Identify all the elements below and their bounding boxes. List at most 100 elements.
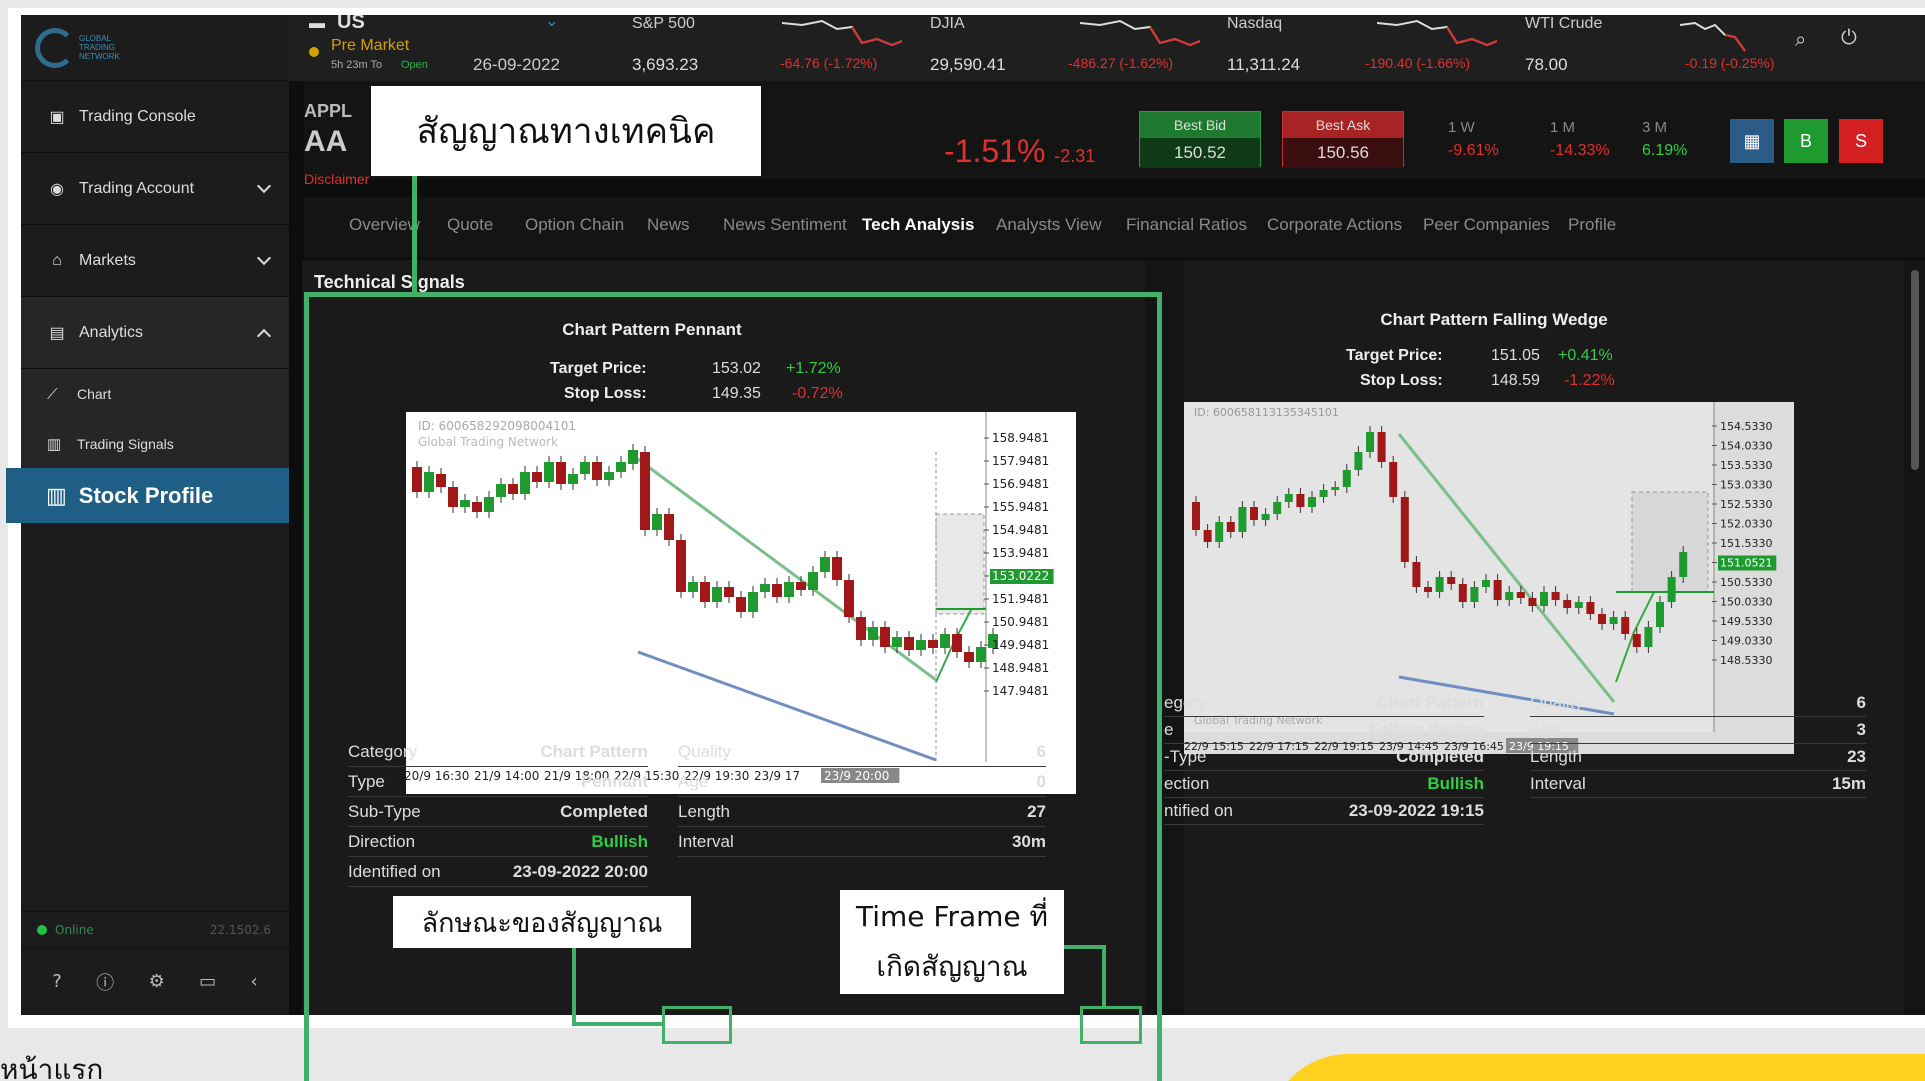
candle: [568, 474, 578, 484]
index-name: S&P 500: [632, 15, 695, 32]
search-icon[interactable]: ⌕: [1795, 29, 1806, 52]
perf-label: 1 M: [1550, 119, 1576, 136]
info-icon[interactable]: ⓘ: [96, 969, 114, 995]
candle: [520, 472, 530, 494]
index-sparkline: [1377, 19, 1497, 47]
candle: [1424, 587, 1432, 592]
candle: [1389, 462, 1398, 497]
y-tick-label: 156.9481: [992, 477, 1049, 491]
direction-highlight: [662, 1006, 732, 1044]
feedback-icon[interactable]: ▭: [199, 971, 216, 992]
tab-analysts-view[interactable]: Analysts View: [996, 215, 1102, 235]
candle: [652, 514, 662, 530]
detail-key: -Type: [1164, 747, 1207, 766]
callout-connector: [1064, 945, 1104, 949]
best-ask-label: Best Ask: [1283, 112, 1403, 138]
index-name: DJIA: [930, 15, 965, 32]
candle: [1296, 494, 1305, 507]
sidebar-item-trading-account[interactable]: ◉ Trading Account: [21, 153, 289, 225]
y-tick-label: 148.9481: [992, 661, 1049, 675]
candle: [1366, 432, 1374, 452]
candle: [964, 652, 974, 662]
watchlist-button[interactable]: ▦: [1730, 119, 1774, 163]
candle: [628, 450, 638, 464]
sidebar-item-label: Trading Console: [79, 107, 196, 125]
sidebar-item-stock-profile[interactable]: ▥ Stock Profile: [6, 468, 289, 523]
index-sparkline: [1080, 19, 1200, 47]
detail-value: Bullish: [1427, 774, 1484, 793]
tab-financial-ratios[interactable]: Financial Ratios: [1126, 215, 1247, 235]
callout-connector: [572, 948, 576, 1024]
tab-overview[interactable]: Overview: [349, 215, 420, 235]
page-caption: หน้าแรก: [0, 1053, 104, 1081]
sidebar-subitem-chart[interactable]: ⟋ Chart: [21, 369, 289, 419]
gear-icon[interactable]: ⚙: [149, 971, 165, 992]
best-ask-box[interactable]: Best Ask 150.56: [1282, 111, 1404, 168]
index-value: 29,590.41: [930, 55, 1006, 74]
candle: [1250, 507, 1258, 520]
tab-news-sentiment[interactable]: News Sentiment: [723, 215, 847, 235]
scrollbar[interactable]: [1911, 270, 1919, 470]
logo: GLOBAL TRADING NETWORK: [21, 15, 289, 81]
detail-row: ection Bullish: [1164, 771, 1484, 798]
sidebar-item-markets[interactable]: ⌂ Markets: [21, 225, 289, 297]
sidebar-item-analytics[interactable]: ▤ Analytics: [21, 297, 289, 369]
y-tick-label: 147.9481: [992, 684, 1049, 698]
candle: [1354, 452, 1363, 470]
y-tick-label: 150.0330: [1720, 596, 1773, 609]
tab-option-chain[interactable]: Option Chain: [525, 215, 624, 235]
chart-id: ID: 600658113135345101: [1194, 406, 1339, 419]
help-icon[interactable]: ?: [52, 971, 62, 992]
tab-tech-analysis[interactable]: Tech Analysis: [862, 215, 974, 235]
chevron-down-icon: [256, 178, 272, 194]
tab-peer-companies[interactable]: Peer Companies: [1423, 215, 1550, 235]
collapse-sidebar-icon[interactable]: ‹: [251, 971, 258, 992]
callout-connector: [572, 1022, 664, 1026]
y-tick-label: 153.0222: [992, 569, 1049, 583]
best-bid-box[interactable]: Best Bid 150.52: [1139, 111, 1261, 168]
candle: [496, 484, 506, 497]
sidebar-item-label: Analytics: [79, 323, 144, 341]
stop-loss-value: 149.35: [712, 385, 761, 402]
perf-1m: 1 M -14.33%: [1550, 119, 1610, 160]
detail-row: e Falling Wedge: [1164, 717, 1484, 744]
detail-key: egory: [1164, 693, 1207, 712]
y-tick-label: 153.5330: [1720, 459, 1773, 472]
candle: [1215, 522, 1224, 542]
tab-profile[interactable]: Profile: [1568, 215, 1616, 235]
stop-loss-value: 148.59: [1491, 372, 1540, 389]
detail-key: Type: [348, 771, 385, 791]
label: Stop Loss:: [1360, 372, 1443, 389]
index-nasdaq[interactable]: Nasdaq 11,311.24 -190.40 (-1.66%): [1227, 15, 1517, 81]
detail-value: Pennant: [580, 771, 648, 791]
y-tick-label: 150.5330: [1720, 576, 1773, 589]
disclaimer-link[interactable]: Disclaimer: [304, 171, 369, 187]
y-tick-label: 154.0330: [1720, 440, 1773, 453]
sidebar-subitem-trading-signals[interactable]: ▥ Trading Signals: [21, 419, 289, 469]
stop-loss-pct: -1.22%: [1564, 372, 1615, 389]
index-djia[interactable]: DJIA 29,590.41 -486.27 (-1.62%): [930, 15, 1220, 81]
sell-button[interactable]: S: [1839, 119, 1883, 163]
tab-quote[interactable]: Quote: [447, 215, 493, 235]
detail-key: ntified on: [1164, 801, 1233, 820]
detail-value: 30m: [1011, 831, 1046, 851]
detail-row: Type Pennant: [348, 767, 648, 797]
market-ticker: ▬ US ⌄ Pre Market 5h 23m To Open 26-09-2…: [289, 15, 1925, 81]
candle: [448, 487, 458, 507]
sidebar-item-label: Trading Account: [79, 179, 195, 197]
detail-row: Direction Bullish: [348, 827, 648, 857]
power-icon[interactable]: ⏻: [1841, 27, 1857, 50]
tab-news[interactable]: News: [647, 215, 690, 235]
index-sp500[interactable]: S&P 500 3,693.23 -64.76 (-1.72%): [632, 15, 922, 81]
candle: [820, 557, 830, 572]
tab-corporate-actions[interactable]: Corporate Actions: [1267, 215, 1402, 235]
sidebar-item-trading-console[interactable]: ▣ Trading Console: [21, 81, 289, 153]
candle: [1563, 600, 1572, 608]
detail-row: Identified on 23-09-2022 20:00: [348, 857, 648, 887]
candle: [1493, 580, 1502, 600]
detail-key: Length: [678, 801, 730, 821]
buy-button[interactable]: B: [1784, 119, 1828, 163]
candle: [916, 640, 926, 650]
index-wti-crude[interactable]: WTI Crude 78.00 -0.19 (-0.25%): [1525, 15, 1815, 81]
candle: [1656, 602, 1664, 627]
